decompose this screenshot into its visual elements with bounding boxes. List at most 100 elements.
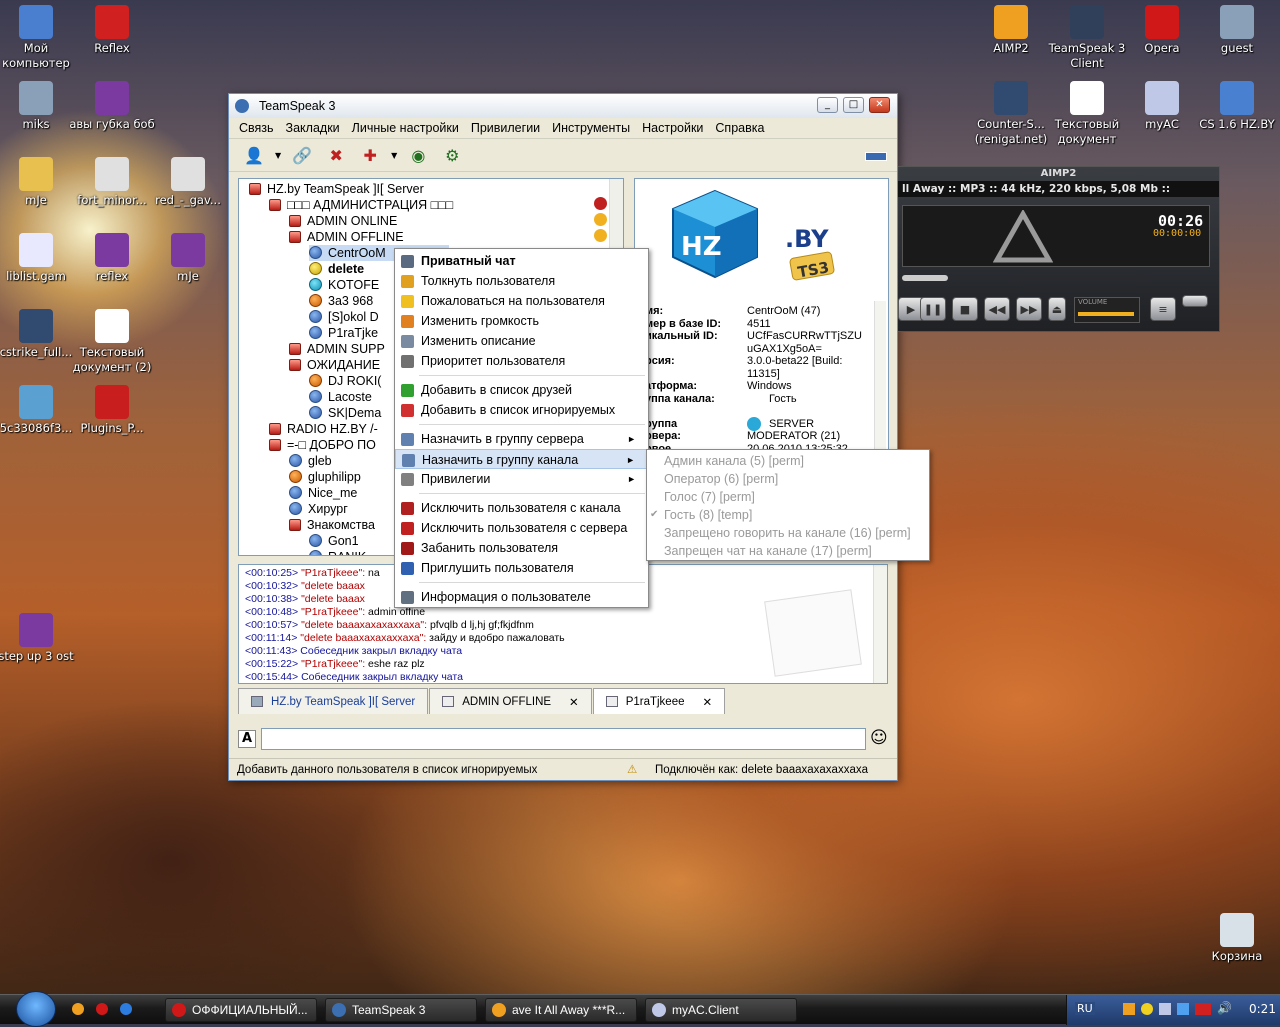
submenu-item[interactable]: ✔ Гость (8) [temp] [647, 506, 752, 524]
user-item[interactable]: gluphilipp [289, 469, 361, 485]
context-menu-item[interactable]: Изменить громкость [395, 311, 648, 331]
tray-volume-icon[interactable]: 🔊 [1217, 1001, 1232, 1015]
context-menu-item[interactable]: Добавить в список игнорируемых [395, 400, 648, 420]
aimp-prev-button[interactable]: ◀◀ [984, 297, 1010, 321]
tray-icq-icon[interactable] [1141, 1003, 1153, 1015]
close-button[interactable]: ✕ [869, 97, 890, 113]
desktop-icon[interactable]: reflex [68, 233, 156, 284]
user-item[interactable]: gleb [289, 453, 332, 469]
user-item[interactable]: DJ ROKI( [309, 373, 381, 389]
server-item[interactable]: HZ.by TeamSpeak ]I[ Server [249, 181, 424, 197]
channel-item[interactable]: ADMIN SUPP [289, 341, 385, 357]
user-item[interactable]: delete [309, 261, 364, 277]
chat-tab[interactable]: HZ.by TeamSpeak ]I[ Server [238, 688, 429, 714]
tray-shield-icon[interactable] [1159, 1003, 1171, 1015]
user-item[interactable]: P1raTjke [309, 325, 378, 341]
clock[interactable]: 0:21 [1249, 1002, 1276, 1016]
desktop-icon[interactable]: Reflex [68, 5, 156, 56]
title-bar[interactable]: TeamSpeak 3 [229, 94, 897, 118]
user-item[interactable]: KOTOFE [309, 277, 379, 293]
context-menu-item[interactable]: Приглушить пользователя [395, 558, 648, 578]
user-item[interactable]: Gon1 [309, 533, 359, 549]
desktop-icon[interactable]: CS 1.6 HZ.BY [1193, 81, 1280, 132]
connect-dropdown-icon[interactable]: ▼ [275, 151, 281, 160]
tray-ati-icon[interactable] [1195, 1003, 1211, 1015]
user-item[interactable]: Хирург [289, 501, 348, 517]
channel-item[interactable]: ОЖИДАНИЕ [289, 357, 380, 373]
channel-item[interactable]: □□□ АДМИНИСТРАЦИЯ □□□ [269, 197, 453, 213]
channel-item[interactable]: ADMIN ONLINE [289, 213, 397, 229]
quicklaunch-ie-icon[interactable] [120, 1003, 132, 1015]
submenu-item[interactable]: Голос (7) [perm] [647, 488, 755, 506]
context-menu-item[interactable]: Приоритет пользователя [395, 351, 648, 371]
taskbar-item[interactable]: TeamSpeak 3 [325, 998, 477, 1022]
desktop-icon[interactable]: AIMP2 [967, 5, 1055, 56]
aimp-pause-button[interactable]: ❚❚ [920, 297, 946, 321]
aimp-playlist-button[interactable]: ≡ [1150, 297, 1176, 321]
taskbar-item[interactable]: ОФФИЦИАЛЬНЫЙ... [165, 998, 317, 1022]
user-item[interactable]: [S]okol D [309, 309, 379, 325]
taskbar-item[interactable]: ave It All Away ***R... [485, 998, 637, 1022]
menu-item[interactable]: Инструменты [546, 121, 636, 135]
menu-item[interactable]: Связь [233, 121, 280, 135]
context-menu-item[interactable]: Забанить пользователя [395, 538, 648, 558]
desktop-icon[interactable]: Корзина [1193, 913, 1280, 964]
desktop-icon[interactable]: Plugins_P... [68, 385, 156, 436]
context-menu-item[interactable]: Добавить в список друзей [395, 380, 648, 400]
menu-item[interactable]: Привилегии [465, 121, 546, 135]
submenu-item[interactable]: Оператор (6) [perm] [647, 470, 778, 488]
chat-input[interactable] [261, 728, 866, 750]
desktop-icon[interactable]: Текстовый документ (2) [68, 309, 156, 375]
context-menu-item[interactable]: Приватный чат [395, 251, 648, 271]
submenu-item[interactable]: Запрещен чат на канале (17) [perm] [647, 542, 872, 560]
submenu-item[interactable]: Запрещено говорить на канале (16) [perm] [647, 524, 911, 542]
aimp-progress[interactable] [902, 275, 948, 281]
capture-icon[interactable]: ◉ [405, 143, 431, 167]
context-menu-item[interactable]: Назначить в группу канала ► [395, 449, 648, 469]
desktop-icon[interactable]: step up 3 ost [0, 613, 80, 664]
aimp-eject-button[interactable]: ⏏ [1048, 297, 1066, 321]
aimp-eq-button[interactable] [1182, 295, 1208, 307]
aimp-stop-button[interactable]: ■ [952, 297, 978, 321]
smiley-icon[interactable]: ☺ [870, 728, 888, 748]
user-item[interactable]: SK|Dema [309, 405, 381, 421]
identity-icon[interactable]: ⚙ [439, 143, 465, 167]
context-menu-item[interactable]: Исключить пользователя с канала [395, 498, 648, 518]
start-button[interactable] [16, 991, 56, 1027]
channel-item[interactable]: =-□ ДОБРО ПО [269, 437, 376, 453]
user-item[interactable]: Lacoste [309, 389, 372, 405]
minimize-button[interactable]: _ [817, 97, 838, 113]
language-indicator[interactable]: RU [1075, 1002, 1095, 1015]
desktop-icon[interactable]: авы губка боб [68, 81, 156, 132]
channel-item[interactable]: ADMIN OFFLINE [289, 229, 404, 245]
taskbar-item[interactable]: myAC.Client [645, 998, 797, 1022]
context-menu-item[interactable]: Пожаловаться на пользователя [395, 291, 648, 311]
tray-network-icon[interactable] [1177, 1003, 1189, 1015]
disconnect-icon[interactable]: ✖ [323, 143, 349, 167]
menu-item[interactable]: Справка [709, 121, 770, 135]
channel-item[interactable]: RADIO HZ.BY /- [269, 421, 378, 437]
chat-tab[interactable]: P1raTjkeee ✕ [592, 688, 726, 714]
close-tab-icon[interactable]: ✕ [703, 695, 713, 709]
user-item[interactable]: Nice_me [289, 485, 357, 501]
context-menu-item[interactable]: Исключить пользователя с сервера [395, 518, 648, 538]
chat-scrollbar[interactable] [873, 565, 887, 683]
context-menu-item[interactable]: Информация о пользователе [395, 587, 648, 607]
desktop-icon[interactable]: guest [1193, 5, 1280, 56]
tray-aimp-icon[interactable] [1123, 1003, 1135, 1015]
user-item[interactable]: RANIK [309, 549, 366, 555]
away-dropdown-icon[interactable]: ▼ [391, 151, 397, 160]
context-menu-item[interactable]: Толкнуть пользователя [395, 271, 648, 291]
submenu-item[interactable]: Админ канала (5) [perm] [647, 452, 804, 470]
quicklaunch-aimp-icon[interactable] [72, 1003, 84, 1015]
menu-item[interactable]: Настройки [636, 121, 709, 135]
user-item[interactable]: 3а3 968 [309, 293, 373, 309]
desktop-icon[interactable]: red_-_gav... [144, 157, 232, 208]
quicklaunch-opera-icon[interactable] [96, 1003, 108, 1015]
close-tab-icon[interactable]: ✕ [569, 695, 579, 709]
aimp-next-button[interactable]: ▶▶ [1016, 297, 1042, 321]
bookmark-icon[interactable]: 🔗 [289, 143, 315, 167]
text-format-button[interactable]: A [238, 730, 256, 748]
away-icon[interactable]: ✚ [357, 143, 383, 167]
desktop-icon[interactable]: fort_minor... [68, 157, 156, 208]
